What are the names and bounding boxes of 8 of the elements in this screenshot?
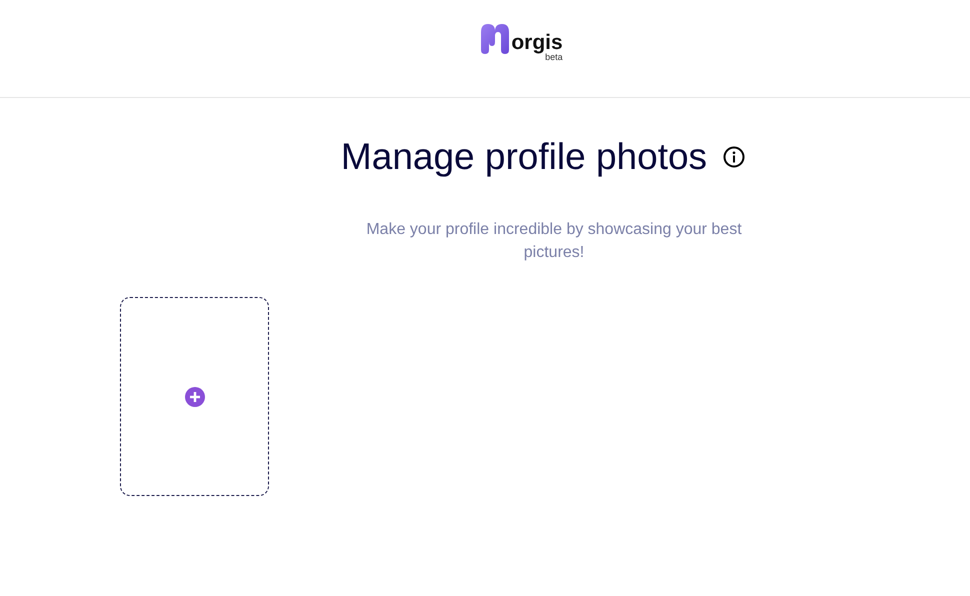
beta-tag: beta xyxy=(545,53,563,62)
page-title: Manage profile photos xyxy=(340,136,708,178)
add-icon[interactable] xyxy=(184,386,204,406)
logo-icon xyxy=(481,24,510,54)
logo-name: orgis xyxy=(511,32,563,53)
info-icon[interactable] xyxy=(723,146,746,168)
subtitle: Make your profile incredible by showcasing your best pictures! xyxy=(365,220,743,263)
add-photo-slot[interactable] xyxy=(120,297,269,496)
